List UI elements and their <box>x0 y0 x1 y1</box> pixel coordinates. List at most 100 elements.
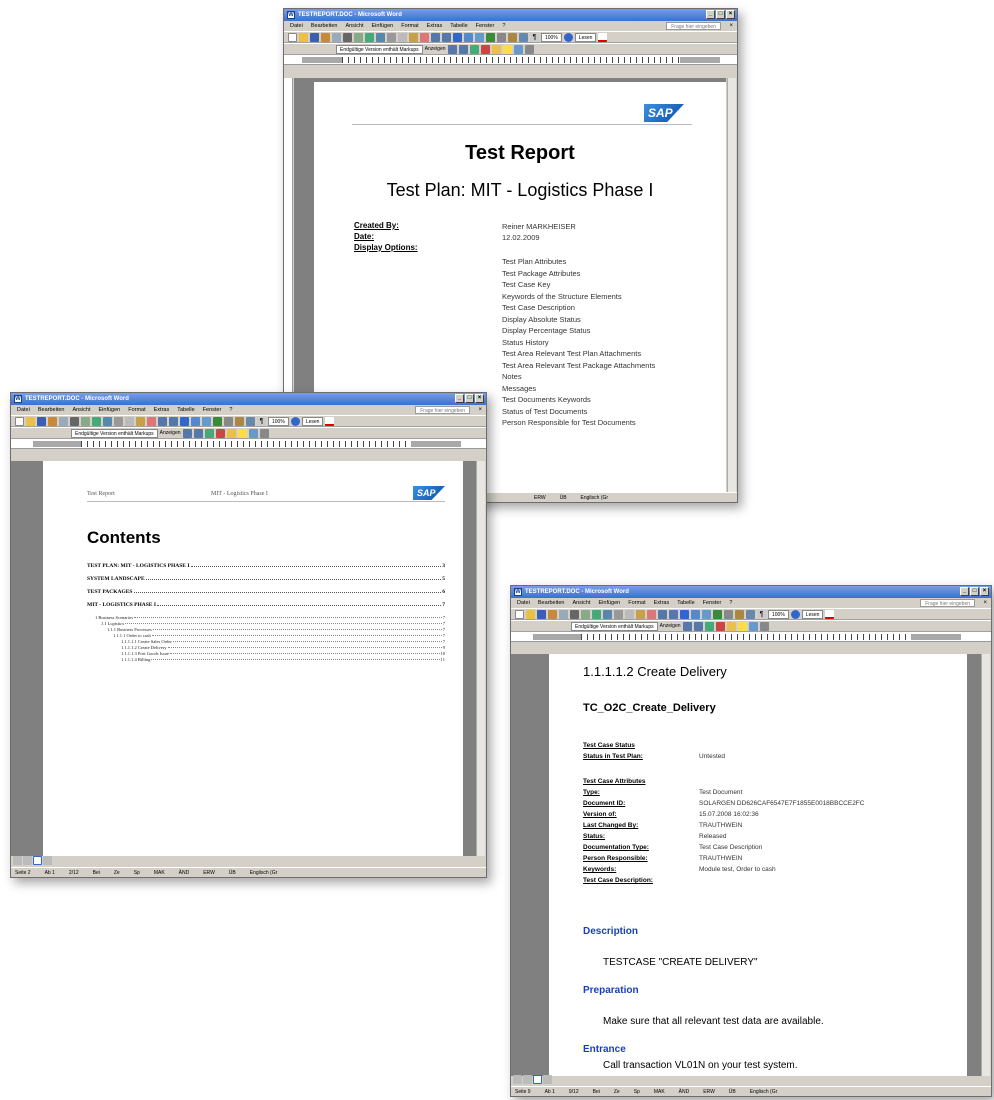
format-painter-icon[interactable] <box>647 609 656 619</box>
tables-icon[interactable] <box>191 416 200 426</box>
permission-icon[interactable] <box>548 609 557 619</box>
next-change-icon[interactable] <box>693 621 703 631</box>
undo-icon[interactable] <box>658 609 667 619</box>
menu-ansicht[interactable]: Ansicht <box>572 598 590 608</box>
toc-subentry[interactable]: 1.1.1.1.4 Billing 11 <box>121 657 445 662</box>
close-doc-icon[interactable]: × <box>983 598 987 608</box>
preview-icon[interactable] <box>354 32 363 42</box>
pilcrow-icon[interactable]: ¶ <box>757 609 766 619</box>
help-icon[interactable] <box>563 32 573 42</box>
research-icon[interactable] <box>376 32 385 42</box>
maximize-button[interactable]: □ <box>970 587 979 596</box>
menu-format[interactable]: Format <box>401 21 418 31</box>
toc-entry[interactable]: MIT - LOGISTICS PHASE I 7 <box>87 602 445 608</box>
save-icon[interactable] <box>37 416 46 426</box>
minimize-button[interactable]: _ <box>455 394 464 403</box>
redo-icon[interactable] <box>169 416 178 426</box>
permission-icon[interactable] <box>48 416 57 426</box>
email-icon[interactable] <box>332 32 341 42</box>
toc-subentry[interactable]: 1.1.1.1.2 Create Delivery 9 <box>121 645 445 650</box>
markup-mode-select[interactable]: Endgültige Version enthält Markups <box>71 428 158 438</box>
menu-datei[interactable]: Datei <box>17 405 30 415</box>
research-icon[interactable] <box>103 416 112 426</box>
print-icon[interactable] <box>70 416 79 426</box>
open-icon[interactable] <box>26 416 35 426</box>
close-button[interactable]: × <box>475 394 484 403</box>
pilcrow-icon[interactable]: ¶ <box>530 32 539 42</box>
ask-question-input[interactable]: Frage hier eingeben <box>415 406 470 414</box>
normal-view-icon[interactable] <box>513 1075 522 1084</box>
undo-icon[interactable] <box>431 32 440 42</box>
tables-icon[interactable] <box>691 609 700 619</box>
excel-icon[interactable] <box>486 32 495 42</box>
hyperlink-icon[interactable] <box>180 416 189 426</box>
menu-help[interactable]: ? <box>502 21 505 31</box>
columns-icon[interactable] <box>724 609 733 619</box>
accept-change-icon[interactable] <box>704 621 714 631</box>
preview-icon[interactable] <box>81 416 90 426</box>
help-icon[interactable] <box>290 416 300 426</box>
menu-bearbeiten[interactable]: Bearbeiten <box>538 598 565 608</box>
title-bar[interactable]: W TESTREPORT.DOC - Microsoft Word _ □ × <box>11 393 486 405</box>
redo-icon[interactable] <box>442 32 451 42</box>
zoom-select[interactable]: 100% <box>541 32 562 42</box>
save-icon[interactable] <box>310 32 319 42</box>
doc-map-icon[interactable] <box>246 416 255 426</box>
drawing-icon[interactable] <box>508 32 517 42</box>
menu-ansicht[interactable]: Ansicht <box>72 405 90 415</box>
highlight-icon[interactable] <box>237 428 247 438</box>
comment-icon[interactable] <box>726 621 736 631</box>
read-button[interactable]: Lesen <box>301 416 324 426</box>
menu-fenster[interactable]: Fenster <box>476 21 495 31</box>
insert-table-icon[interactable] <box>702 609 711 619</box>
reject-change-icon[interactable] <box>715 621 725 631</box>
close-button[interactable]: × <box>980 587 989 596</box>
document-page[interactable]: 1.1.1.1.2 Create Delivery TC_O2C_Create_… <box>549 654 967 1076</box>
excel-icon[interactable] <box>213 416 222 426</box>
cut-icon[interactable] <box>114 416 123 426</box>
doc-map-icon[interactable] <box>519 32 528 42</box>
paste-icon[interactable] <box>636 609 645 619</box>
horizontal-ruler[interactable] <box>11 439 486 449</box>
new-icon[interactable] <box>15 416 24 426</box>
excel-icon[interactable] <box>713 609 722 619</box>
menu-tabelle[interactable]: Tabelle <box>677 598 694 608</box>
horizontal-ruler[interactable] <box>511 632 991 642</box>
menu-format[interactable]: Format <box>128 405 145 415</box>
highlight-icon[interactable] <box>737 621 747 631</box>
toc-subentry[interactable]: 1.1.1 Business Processes 7 <box>107 627 445 632</box>
menu-help[interactable]: ? <box>229 405 232 415</box>
next-change-icon[interactable] <box>193 428 203 438</box>
menu-einfuegen[interactable]: Einfügen <box>99 405 121 415</box>
font-color-icon[interactable] <box>598 32 608 42</box>
email-icon[interactable] <box>559 609 568 619</box>
close-doc-icon[interactable]: × <box>729 21 733 31</box>
track-changes-icon[interactable] <box>248 428 258 438</box>
font-color-icon[interactable] <box>825 609 835 619</box>
menu-bearbeiten[interactable]: Bearbeiten <box>311 21 338 31</box>
menu-datei[interactable]: Datei <box>290 21 303 31</box>
paste-icon[interactable] <box>136 416 145 426</box>
comment-icon[interactable] <box>491 44 501 54</box>
toc-subentry[interactable]: 1.1.1.1 Order to cash 7 <box>113 633 445 638</box>
redo-icon[interactable] <box>669 609 678 619</box>
drawing-icon[interactable] <box>735 609 744 619</box>
reviewing-pane-icon[interactable] <box>759 621 769 631</box>
highlight-icon[interactable] <box>502 44 512 54</box>
new-icon[interactable] <box>288 32 297 42</box>
menu-format[interactable]: Format <box>628 598 645 608</box>
insert-table-icon[interactable] <box>475 32 484 42</box>
toc-subentry[interactable]: 1 Business Scenarios 7 <box>95 615 445 620</box>
save-icon[interactable] <box>537 609 546 619</box>
undo-icon[interactable] <box>158 416 167 426</box>
menu-einfuegen[interactable]: Einfügen <box>372 21 394 31</box>
track-changes-icon[interactable] <box>513 44 523 54</box>
menu-fenster[interactable]: Fenster <box>703 598 722 608</box>
show-menu[interactable]: Anzeigen <box>160 430 181 436</box>
print-icon[interactable] <box>343 32 352 42</box>
vertical-scrollbar[interactable] <box>981 654 990 1076</box>
outline-view-icon[interactable] <box>43 856 52 865</box>
zoom-select[interactable]: 100% <box>768 609 789 619</box>
format-painter-icon[interactable] <box>420 32 429 42</box>
spelling-icon[interactable] <box>92 416 101 426</box>
